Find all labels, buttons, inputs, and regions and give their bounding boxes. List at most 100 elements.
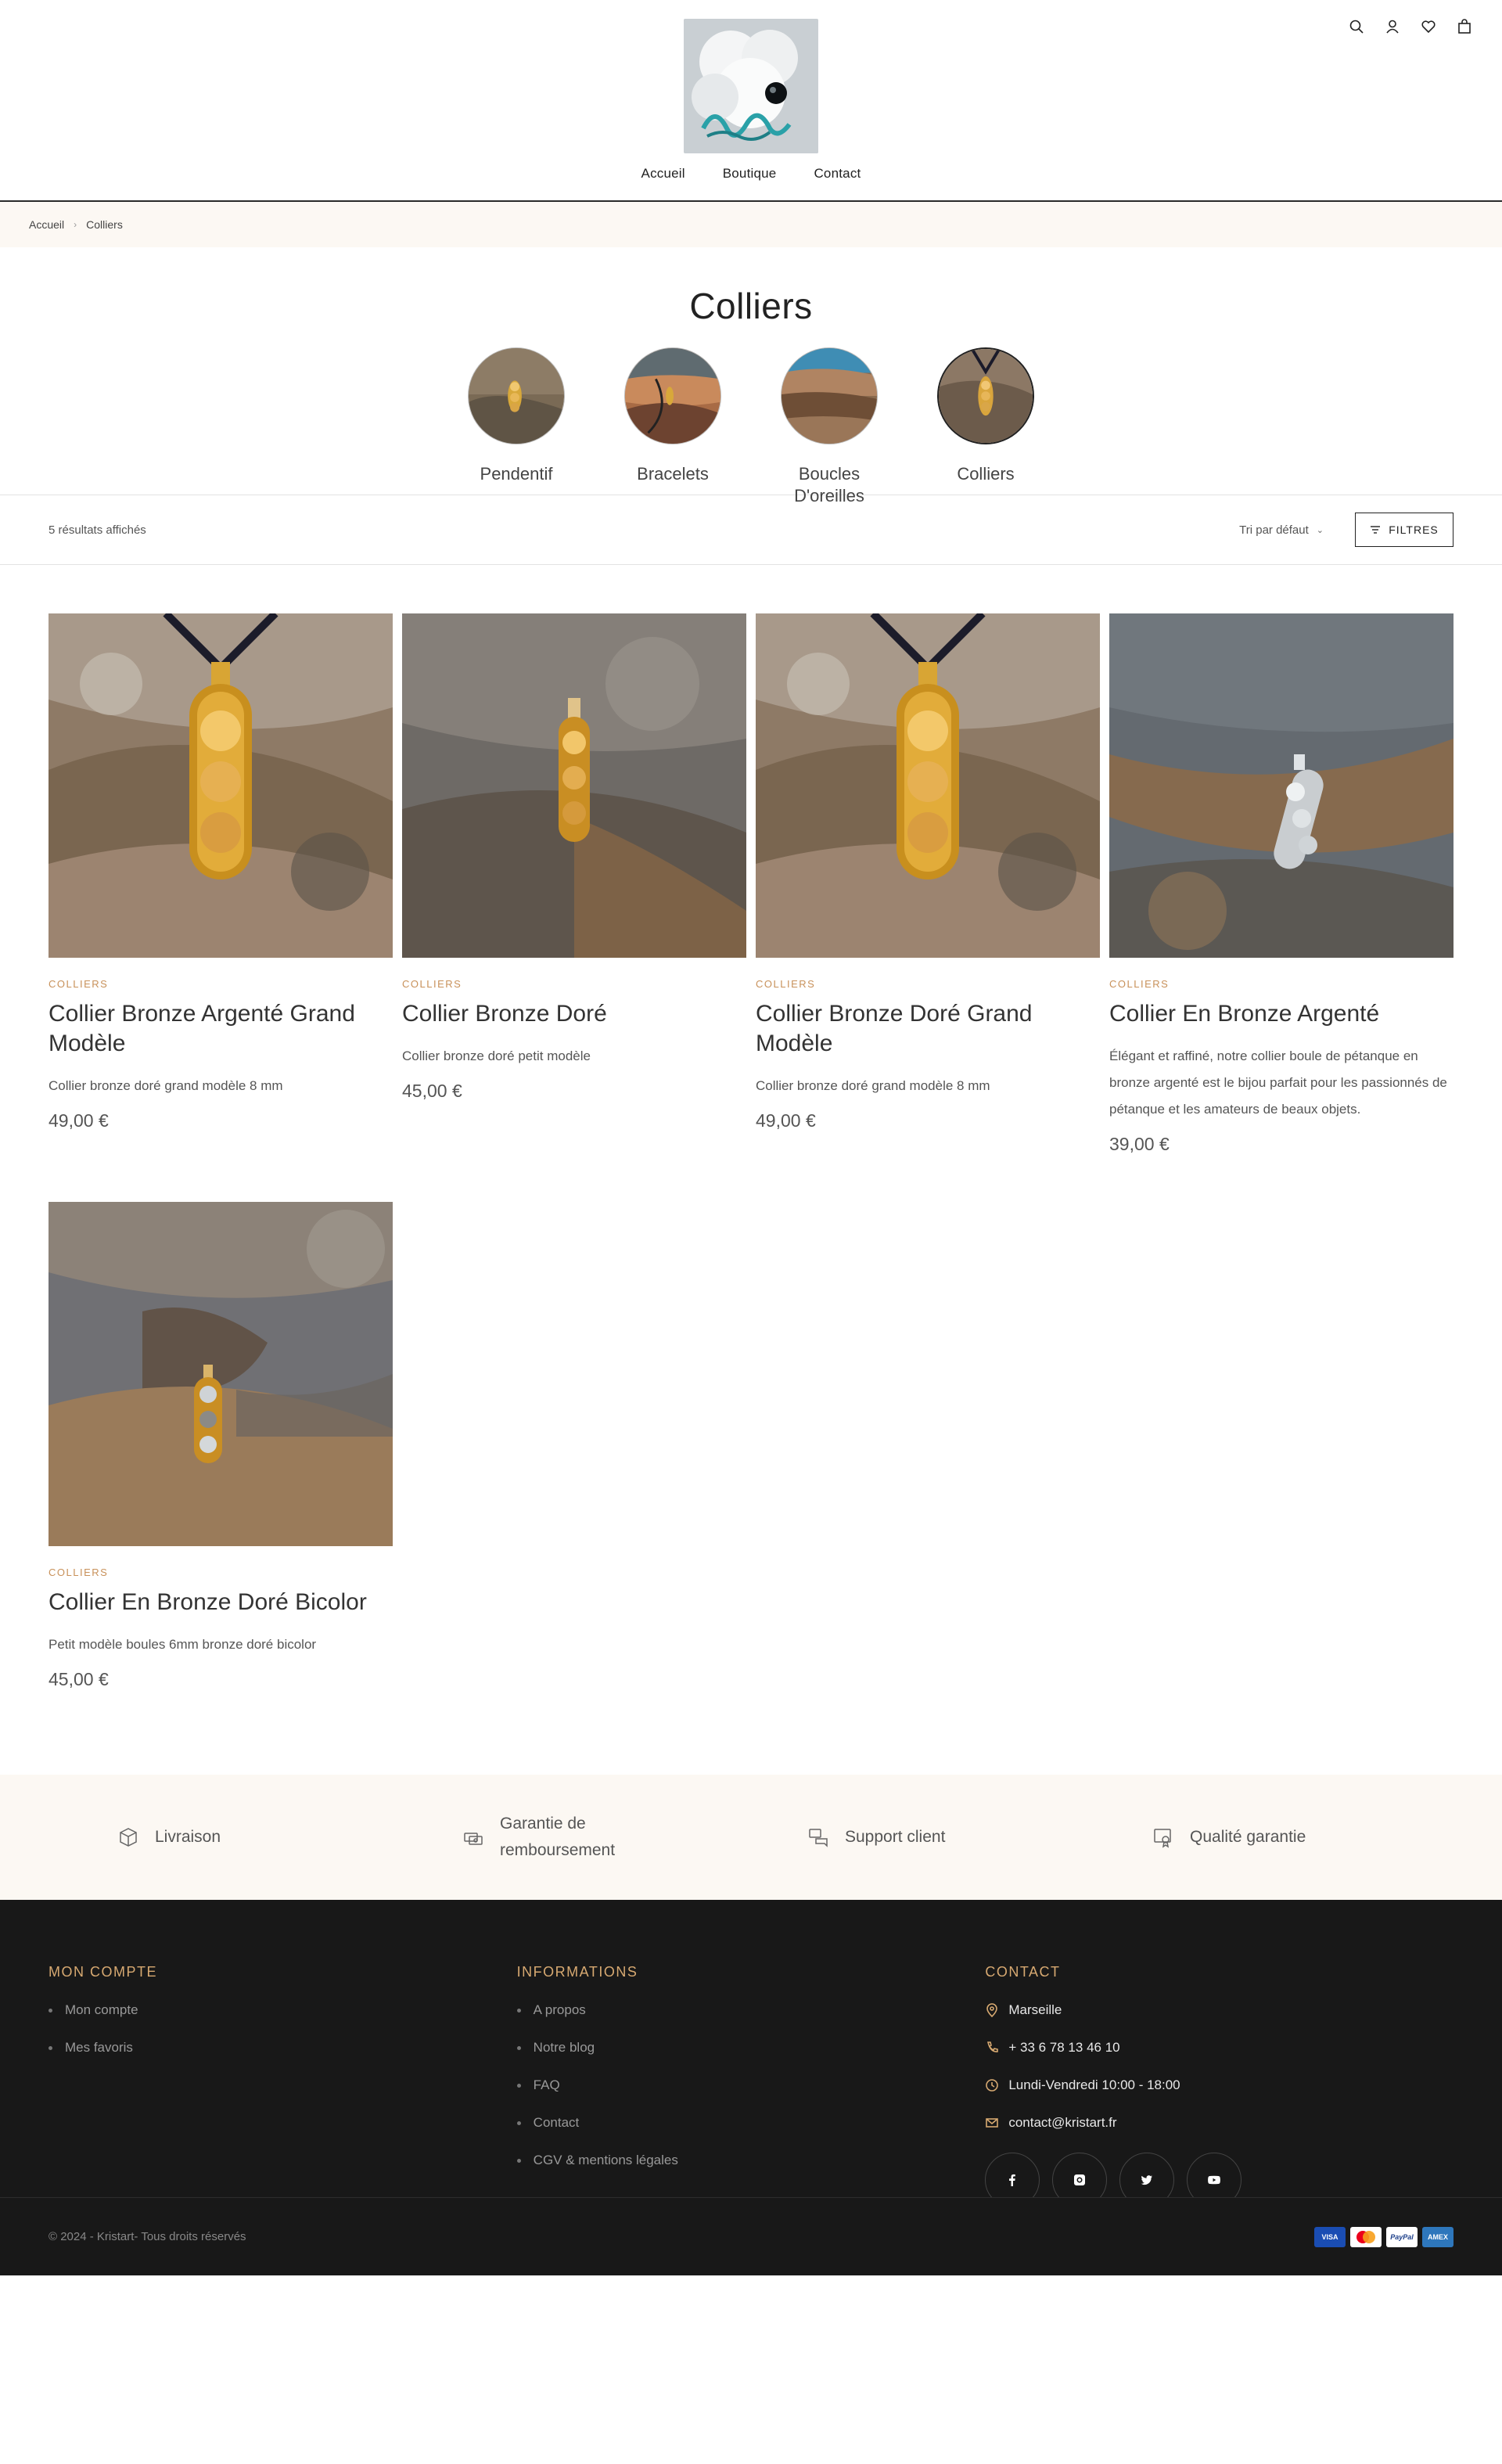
- chat-icon: [809, 1829, 828, 1847]
- contact-city: Marseille: [985, 2002, 1453, 2018]
- product-price: 45,00 €: [402, 1081, 462, 1101]
- product-category[interactable]: COLLIERS: [402, 978, 746, 990]
- sort-label: Tri par défaut: [1239, 523, 1309, 537]
- footer-link-label: CGV & mentions légales: [533, 2153, 678, 2167]
- category-thumbnail: [937, 347, 1034, 444]
- header-icons: [1347, 17, 1474, 36]
- product-image[interactable]: [1109, 613, 1453, 958]
- footer-link-faq[interactable]: FAQ: [516, 2077, 986, 2093]
- product-card[interactable]: COLLIERS Collier Bronze Doré Collier bro…: [402, 613, 746, 1155]
- feature-label: Support client: [845, 1828, 946, 1846]
- footer-contact: CONTACT Marseille + 33 6 78 13 46 10 Lun…: [985, 1964, 1453, 2207]
- product-card[interactable]: COLLIERS Collier En Bronze Doré Bicolor …: [49, 1202, 393, 1690]
- category-colliers[interactable]: Colliers: [937, 347, 1034, 487]
- category-thumbnail: [781, 347, 878, 444]
- footer-link-label: Mon compte: [65, 2002, 138, 2017]
- chevron-down-icon: ⌄: [1316, 525, 1324, 535]
- product-image[interactable]: [49, 1202, 393, 1546]
- site-header: Accueil Boutique Contact: [0, 0, 1502, 202]
- product-price: 49,00 €: [756, 1110, 816, 1131]
- category-thumbnail: [468, 347, 565, 444]
- product-name[interactable]: Collier Bronze Doré Grand Modèle: [756, 999, 1100, 1059]
- heart-icon[interactable]: [1419, 17, 1438, 36]
- product-name[interactable]: Collier En Bronze Argenté: [1109, 999, 1453, 1029]
- filters-label: FILTRES: [1389, 523, 1439, 536]
- footer-link-blog[interactable]: Notre blog: [516, 2040, 986, 2056]
- toolbar-actions: Tri par défaut ⌄ FILTRES: [1239, 513, 1453, 547]
- footer-link-mes-favoris[interactable]: Mes favoris: [49, 2040, 517, 2056]
- feature-qualite: Qualité garantie: [1152, 1824, 1497, 1851]
- copyright: © 2024 - Kristart- Tous droits réservés: [49, 2230, 246, 2243]
- footer-link-contact[interactable]: Contact: [516, 2115, 986, 2131]
- product-image[interactable]: [756, 613, 1100, 958]
- footer-columns: MON COMPTE Mon compte Mes favoris INFORM…: [0, 1900, 1502, 2207]
- product-card[interactable]: COLLIERS Collier Bronze Doré Grand Modèl…: [756, 613, 1100, 1155]
- product-card[interactable]: COLLIERS Collier Bronze Argenté Grand Mo…: [49, 613, 393, 1155]
- category-label: Colliers: [957, 464, 1015, 484]
- footer-link-label: Contact: [533, 2115, 580, 2130]
- footer-bottom: © 2024 - Kristart- Tous droits réservés …: [0, 2197, 1502, 2275]
- payment-methods: VISA PayPal AMEX: [1314, 2226, 1453, 2247]
- bullet-icon: [516, 2008, 521, 2013]
- bag-icon[interactable]: [1455, 17, 1474, 36]
- results-count: 5 résultats affichés: [49, 523, 146, 537]
- footer-info: INFORMATIONS A propos Notre blog FAQ Con…: [516, 1964, 986, 2207]
- bullet-icon: [516, 2083, 521, 2088]
- product-price: 45,00 €: [49, 1669, 109, 1689]
- contact-city-text: Marseille: [1008, 2002, 1062, 2017]
- logo[interactable]: [684, 19, 818, 153]
- product-price: 39,00 €: [1109, 1134, 1170, 1154]
- category-label: Bracelets: [637, 464, 709, 484]
- product-price: 49,00 €: [49, 1110, 109, 1131]
- bullet-icon: [516, 2158, 521, 2163]
- footer-link-cgv[interactable]: CGV & mentions légales: [516, 2153, 986, 2168]
- product-description: Collier bronze doré petit modèle: [402, 1049, 591, 1063]
- feature-livraison: Livraison: [117, 1824, 462, 1851]
- product-category[interactable]: COLLIERS: [49, 1567, 393, 1578]
- category-label: Pendentif: [480, 464, 553, 484]
- breadcrumb-home[interactable]: Accueil: [29, 218, 64, 231]
- category-pendentif[interactable]: Pendentif: [468, 347, 565, 487]
- nav-boutique[interactable]: Boutique: [723, 166, 777, 182]
- search-icon[interactable]: [1347, 17, 1366, 36]
- footer-account: MON COMPTE Mon compte Mes favoris: [49, 1964, 517, 2207]
- nav-contact[interactable]: Contact: [814, 166, 861, 182]
- filters-button[interactable]: FILTRES: [1355, 513, 1453, 547]
- contact-phone[interactable]: + 33 6 78 13 46 10: [985, 2040, 1453, 2056]
- sort-select[interactable]: Tri par défaut ⌄: [1239, 523, 1324, 537]
- product-name[interactable]: Collier Bronze Argenté Grand Modèle: [49, 999, 393, 1059]
- category-boucles[interactable]: Boucles D'oreilles: [781, 347, 878, 505]
- certificate-icon: [1154, 1829, 1171, 1848]
- footer-link-label: FAQ: [533, 2077, 560, 2092]
- product-image[interactable]: [49, 613, 393, 958]
- feature-support: Support client: [807, 1824, 1152, 1851]
- page-title: Colliers: [689, 286, 813, 326]
- product-card[interactable]: COLLIERS Collier En Bronze Argenté Éléga…: [1109, 613, 1453, 1155]
- product-name[interactable]: Collier En Bronze Doré Bicolor: [49, 1588, 393, 1617]
- nav-accueil[interactable]: Accueil: [641, 166, 685, 182]
- product-category[interactable]: COLLIERS: [49, 978, 393, 990]
- contact-email[interactable]: contact@kristart.fr: [985, 2115, 1453, 2131]
- footer-heading: CONTACT: [985, 1964, 1061, 1980]
- category-label: Boucles D'oreilles: [794, 464, 864, 505]
- footer-link-label: Mes favoris: [65, 2040, 133, 2055]
- bullet-icon: [49, 2008, 52, 2013]
- product-image[interactable]: [402, 613, 746, 958]
- footer-link-mon-compte[interactable]: Mon compte: [49, 2002, 517, 2018]
- mail-icon: [986, 2118, 999, 2128]
- clock-icon: [986, 2079, 999, 2092]
- shop-toolbar: 5 résultats affichés Tri par défaut ⌄ FI…: [0, 495, 1502, 565]
- footer-link-a-propos[interactable]: A propos: [516, 2002, 986, 2018]
- category-bracelets[interactable]: Bracelets: [624, 347, 721, 487]
- product-category[interactable]: COLLIERS: [756, 978, 1100, 990]
- feature-label: Qualité garantie: [1190, 1828, 1306, 1846]
- footer-link-label: A propos: [533, 2002, 586, 2017]
- user-icon[interactable]: [1383, 17, 1402, 36]
- product-name[interactable]: Collier Bronze Doré: [402, 999, 746, 1029]
- contact-hours-text: Lundi-Vendredi 10:00 - 18:00: [1008, 2077, 1180, 2092]
- contact-hours: Lundi-Vendredi 10:00 - 18:00: [985, 2077, 1453, 2093]
- product-category[interactable]: COLLIERS: [1109, 978, 1453, 990]
- breadcrumb: Accueil › Colliers: [0, 202, 1502, 247]
- main-nav: Accueil Boutique Contact: [0, 166, 1502, 182]
- footer-link-label: Notre blog: [533, 2040, 595, 2055]
